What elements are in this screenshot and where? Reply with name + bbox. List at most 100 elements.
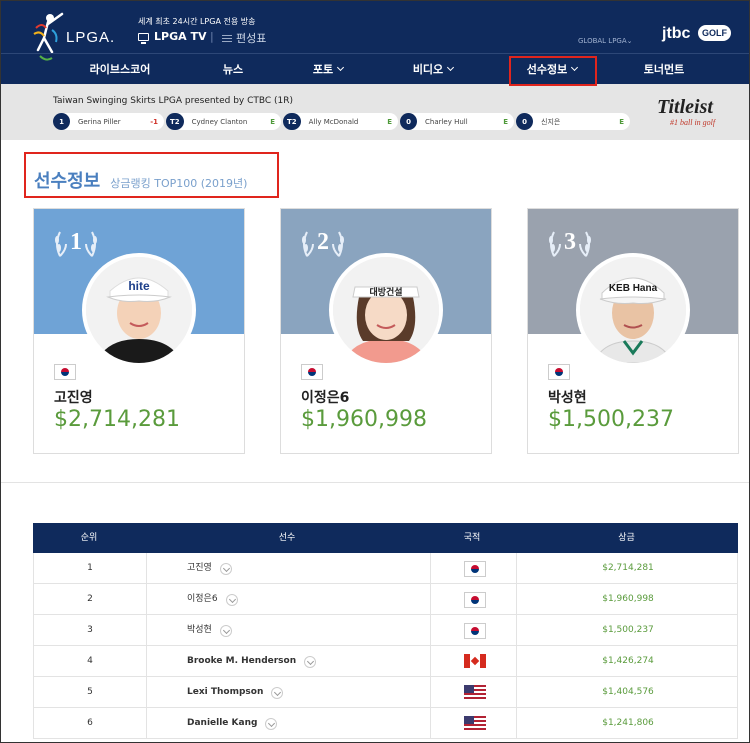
canada-flag-icon bbox=[464, 654, 486, 668]
title-highlight-box bbox=[24, 152, 279, 198]
row-player[interactable]: 이정은6 bbox=[187, 584, 238, 615]
table-row[interactable]: 1 고진영 $2,714,281 bbox=[33, 553, 738, 584]
row-money: $1,500,237 bbox=[602, 625, 654, 635]
chevron-down-icon[interactable] bbox=[219, 624, 232, 637]
lpga-tv-label: LPGA TV bbox=[154, 30, 207, 43]
global-lpga-label: GLOBAL LPGA bbox=[578, 37, 627, 45]
site-header: LPGA. 세계 최초 24시간 LPGA 전용 방송 LPGA TV | 편성… bbox=[0, 0, 750, 84]
rank-number: 2 bbox=[317, 229, 329, 255]
leader-name: Cydney Clanton bbox=[191, 117, 248, 126]
header-player: 선수 bbox=[278, 533, 296, 543]
rank-badge: 2 bbox=[299, 226, 347, 262]
top-player-card[interactable]: 2 대방건설 이정은6 $1,960,998 bbox=[280, 208, 492, 454]
nav-item-photo[interactable]: 포토 bbox=[278, 54, 378, 85]
leader-chip[interactable]: 1 Gerina Piller -1 bbox=[53, 113, 164, 130]
chevron-down-icon[interactable] bbox=[225, 593, 238, 606]
row-player[interactable]: 고진영 bbox=[187, 553, 232, 584]
row-player[interactable]: 박성현 bbox=[187, 615, 232, 646]
lpga-tv-link[interactable]: LPGA TV bbox=[138, 30, 207, 44]
leader-position: 0 bbox=[400, 113, 417, 130]
table-row[interactable]: 4 Brooke M. Henderson $1,426,274 bbox=[33, 646, 738, 677]
leader-score: -1 bbox=[150, 117, 158, 126]
column-divider bbox=[146, 646, 147, 677]
top-player-card[interactable]: 3 KEB Hana 박성현 $1,500,237 bbox=[527, 208, 739, 454]
leader-chip[interactable]: 0 신지은 E bbox=[516, 113, 630, 130]
titleist-tagline: #1 ball in golf bbox=[670, 118, 716, 127]
cap-logo: KEB Hana bbox=[609, 283, 658, 294]
chevron-down-icon bbox=[447, 63, 455, 72]
player-avatar-icon: KEB Hana bbox=[580, 257, 686, 363]
rank-number: 1 bbox=[70, 229, 82, 255]
chevron-down-icon[interactable] bbox=[265, 717, 278, 730]
top-player-card[interactable]: 1 hite 고진영 $2,714,281 bbox=[33, 208, 245, 454]
row-player-name: Danielle Kang bbox=[187, 718, 258, 728]
header-rank: 순위 bbox=[80, 533, 98, 543]
golf-badge[interactable]: GOLF bbox=[698, 25, 731, 41]
main-nav: 라이브스코어 뉴스 포토 비디오 선수정보 토너먼트 bbox=[0, 53, 750, 84]
cap-logo: 대방건설 bbox=[369, 286, 402, 298]
leader-position: 1 bbox=[53, 113, 70, 130]
player-avatar-icon: hite bbox=[86, 257, 192, 363]
player-photo: 대방건설 bbox=[329, 253, 443, 367]
row-player[interactable]: Lexi Thompson bbox=[187, 677, 284, 708]
titleist-logo[interactable]: Titleist bbox=[657, 96, 713, 119]
leader-position: T2 bbox=[283, 113, 301, 130]
column-divider bbox=[146, 553, 147, 584]
header-tagline: 세계 최초 24시간 LPGA 전용 방송 bbox=[138, 17, 256, 26]
row-money: $1,426,274 bbox=[602, 656, 654, 666]
leader-chip[interactable]: 0 Charley Hull E bbox=[400, 113, 514, 130]
header-country: 국적 bbox=[463, 533, 481, 543]
leader-name: Ally McDonald bbox=[308, 117, 359, 126]
player-name[interactable]: 고진영 bbox=[54, 387, 93, 407]
player-name[interactable]: 이정은6 bbox=[301, 387, 349, 407]
nav-item-video[interactable]: 비디오 bbox=[383, 54, 483, 85]
nav-label: 라이브스코어 bbox=[89, 63, 151, 76]
chevron-down-icon bbox=[337, 63, 345, 72]
nav-item-tournament[interactable]: 토너먼트 bbox=[614, 54, 714, 85]
leader-chip[interactable]: T2 Cydney Clanton E bbox=[166, 113, 281, 130]
nav-item-livescore[interactable]: 라이브스코어 bbox=[60, 54, 180, 85]
chevron-down-icon[interactable] bbox=[219, 562, 232, 575]
player-name[interactable]: 박성현 bbox=[548, 387, 587, 407]
leader-score: E bbox=[619, 117, 624, 126]
row-rank: 1 bbox=[87, 563, 93, 573]
row-money: $2,714,281 bbox=[602, 563, 654, 573]
leader-name: 신지은 bbox=[541, 117, 561, 126]
row-rank: 2 bbox=[87, 594, 93, 604]
list-icon bbox=[222, 34, 232, 42]
row-money: $1,960,998 bbox=[602, 594, 654, 604]
nav-item-news[interactable]: 뉴스 bbox=[183, 54, 283, 85]
usa-flag-icon bbox=[464, 685, 486, 699]
nav-label: 포토 bbox=[312, 63, 334, 76]
row-rank: 3 bbox=[87, 625, 93, 635]
column-divider bbox=[430, 553, 431, 584]
column-divider bbox=[146, 615, 147, 646]
chevron-down-icon: ⌄ bbox=[626, 37, 633, 45]
event-name[interactable]: Taiwan Swinging Skirts LPGA presented by… bbox=[53, 96, 293, 106]
row-rank: 6 bbox=[87, 718, 93, 728]
column-divider bbox=[430, 646, 431, 677]
chevron-down-icon[interactable] bbox=[271, 686, 284, 699]
player-earnings: $1,960,998 bbox=[301, 407, 427, 432]
logo-text[interactable]: LPGA. bbox=[66, 29, 115, 46]
header-separator: | bbox=[210, 30, 214, 43]
leader-name: Charley Hull bbox=[425, 117, 468, 126]
row-player[interactable]: Brooke M. Henderson bbox=[187, 646, 317, 677]
leaderboard-chips: 1 Gerina Piller -1 T2 Cydney Clanton E T… bbox=[53, 113, 630, 130]
column-divider bbox=[430, 615, 431, 646]
table-row[interactable]: 3 박성현 $1,500,237 bbox=[33, 615, 738, 646]
row-player[interactable]: Danielle Kang bbox=[187, 708, 278, 739]
table-row[interactable]: 6 Danielle Kang $1,241,806 bbox=[33, 708, 738, 739]
leader-name: Gerina Piller bbox=[78, 117, 121, 126]
jtbc-logo[interactable]: jtbc bbox=[662, 25, 690, 43]
column-divider bbox=[430, 584, 431, 615]
chevron-down-icon[interactable] bbox=[304, 655, 317, 668]
table-row[interactable]: 2 이정은6 $1,960,998 bbox=[33, 584, 738, 615]
table-row[interactable]: 5 Lexi Thompson $1,404,576 bbox=[33, 677, 738, 708]
leader-chip[interactable]: T2 Ally McDonald E bbox=[283, 113, 398, 130]
schedule-link[interactable]: 편성표 bbox=[222, 30, 266, 46]
cap-logo: hite bbox=[128, 279, 150, 293]
korea-flag-icon bbox=[301, 364, 323, 380]
korea-flag-icon bbox=[464, 592, 486, 608]
global-lpga-dropdown[interactable]: GLOBAL LPGA⌄ bbox=[578, 37, 633, 45]
